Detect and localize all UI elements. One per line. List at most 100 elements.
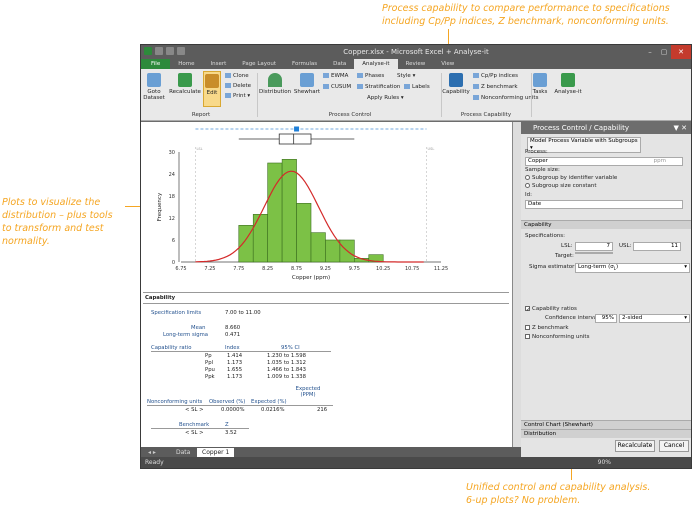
undo-icon[interactable] [166,47,174,55]
table-header-rule [151,351,331,352]
usl-input[interactable]: 11 [633,242,681,251]
sample-size-label: Sample size: [525,167,560,173]
ratio-index: 1.173 [227,360,243,366]
capability-ratios-checkbox[interactable]: ✓Capability ratios [525,306,577,313]
y-tick-label: 12 [169,216,175,222]
ratio-ci: 1.230 to 1.598 [267,353,307,359]
id-field[interactable]: Date [525,200,683,209]
shewhart-icon [300,73,314,87]
callout-bottom: Unified control and capability analysis.… [466,481,696,507]
status-ready: Ready [145,459,164,466]
control-chart-section[interactable]: Control Chart (Shewhart) [521,420,691,429]
tasks-label: Tasks [532,89,548,95]
histogram-chart: 6.75 7.25 7.75 8.25 8.75 9.25 9.75 10.25 10.75 11… [157,126,448,281]
ratio-name: Ppk [205,374,215,380]
nonconforming-checkbox[interactable]: Nonconforming units [525,334,589,340]
sigma-estimator-dropdown[interactable]: Long-term (σL) ▾ [575,263,690,274]
tasks-button[interactable]: Tasks [529,73,551,95]
histogram-bar [252,214,268,263]
x-tick-label: 6.75 [175,266,186,272]
save-icon[interactable] [155,47,163,55]
clone-button[interactable]: Clone [225,73,249,79]
recalculate-button[interactable]: Recalculate [169,73,201,95]
goto-dataset-button[interactable]: Goto Dataset [143,73,165,101]
ribbon-tabs: File Home Insert Page Layout Formulas Da… [141,59,691,69]
tab-view[interactable]: View [433,59,462,69]
histogram-bar [325,239,341,263]
labels-button[interactable]: Labels [404,84,430,90]
minimize-button[interactable]: – [643,45,657,59]
close-pane-icon[interactable]: ▼ ✕ [674,122,687,134]
callout-top-line-1: Process capability to compare performanc… [382,3,670,14]
analyse-it-button[interactable]: Analyse-it [553,73,583,95]
bench-row-name: < SL > [185,430,204,436]
id-label: Id: [525,192,532,198]
task-pane-title: Process Control / Capability [533,124,629,132]
group-report-label: Report [191,112,211,118]
nc-row-expected: 0.0216% [261,407,285,413]
capability-section[interactable]: Capability [521,220,691,229]
report-scrollbar[interactable] [513,122,521,447]
maximize-button[interactable]: ▢ [657,45,671,59]
nc-row-observed: 0.0000% [221,407,245,413]
tab-insert[interactable]: Insert [202,59,234,69]
callout-bottom-line-2: 6-up plots? No problem. [466,495,581,506]
lsl-input[interactable]: 7 [575,242,613,251]
cancel-button[interactable]: Cancel [659,440,689,452]
window-title: Copper.xlsx - Microsoft Excel + Analyse-… [343,48,489,56]
tab-review[interactable]: Review [398,59,434,69]
recalculate-label: Recalculate [169,89,201,95]
title-bar: Copper.xlsx - Microsoft Excel + Analyse-… [141,45,691,59]
x-tick-label: 11.25 [434,266,448,272]
close-button[interactable]: ✕ [671,45,691,59]
ratio-ci: 1.035 to 1.312 [267,360,307,366]
delete-button[interactable]: Delete [225,83,251,89]
shewhart-label: Shewhart [293,89,321,95]
ci-sided-dropdown[interactable]: 2-sided ▾ [619,314,690,323]
tab-file[interactable]: File [141,59,171,69]
process-field[interactable]: Copper ppm [525,157,683,166]
z-benchmark-button[interactable]: Z benchmark [473,84,518,90]
redo-icon[interactable] [177,47,185,55]
ci-input[interactable]: 95% [595,314,617,323]
phases-button[interactable]: Phases [357,73,384,79]
recalculate-panel-button[interactable]: Recalculate [615,440,655,452]
subgroup-identifier-radio[interactable]: Subgroup by identifier variable [525,175,617,181]
tab-analyse-it[interactable]: Analyse-it [354,59,398,69]
mean-marker [294,126,300,132]
z-benchmark-checkbox[interactable]: Z benchmark [525,325,569,331]
style-button[interactable]: Style ▾ [397,73,415,79]
cp-pp-button[interactable]: Cp/Pp indices [473,73,518,79]
cusum-button[interactable]: CUSUM [323,84,351,90]
process-label: Process: [525,149,548,155]
capability-button[interactable]: Capability [441,73,471,95]
target-input[interactable] [575,252,613,254]
tab-page-layout[interactable]: Page Layout [234,59,284,69]
print-button[interactable]: Print ▾ [225,93,250,99]
mean-value: 8.660 [225,325,241,331]
status-bar: Ready 90% [141,457,691,468]
distribution-button[interactable]: Distribution [259,73,291,95]
capability-heading: Capability [145,295,176,301]
shewhart-button[interactable]: Shewhart [293,73,321,95]
group-process-control-label: Process Control [328,112,372,118]
window-controls: – ▢ ✕ [643,45,691,59]
stratification-button[interactable]: Stratification [357,84,400,90]
cusum-icon [323,84,329,89]
ewma-button[interactable]: EWMA [323,73,348,79]
ratio-index: 1.173 [227,374,243,380]
labels-icon [404,84,410,89]
ewma-icon [323,73,329,78]
apply-rules-button[interactable]: Apply Rules ▾ [367,95,404,101]
callout-left-line-1: Plots to visualize the [2,197,101,208]
x-tick-label: 8.75 [291,266,302,272]
tab-formulas[interactable]: Formulas [284,59,325,69]
histogram-bar [296,203,312,263]
edit-button[interactable]: Edit [203,71,221,107]
distribution-section[interactable]: Distribution [521,429,691,438]
nonconforming-button[interactable]: Nonconforming units [473,95,538,101]
tab-data[interactable]: Data [325,59,354,69]
x-tick-label: 9.25 [320,266,331,272]
subgroup-constant-radio[interactable]: Subgroup size constant [525,183,597,189]
tab-home[interactable]: Home [170,59,202,69]
